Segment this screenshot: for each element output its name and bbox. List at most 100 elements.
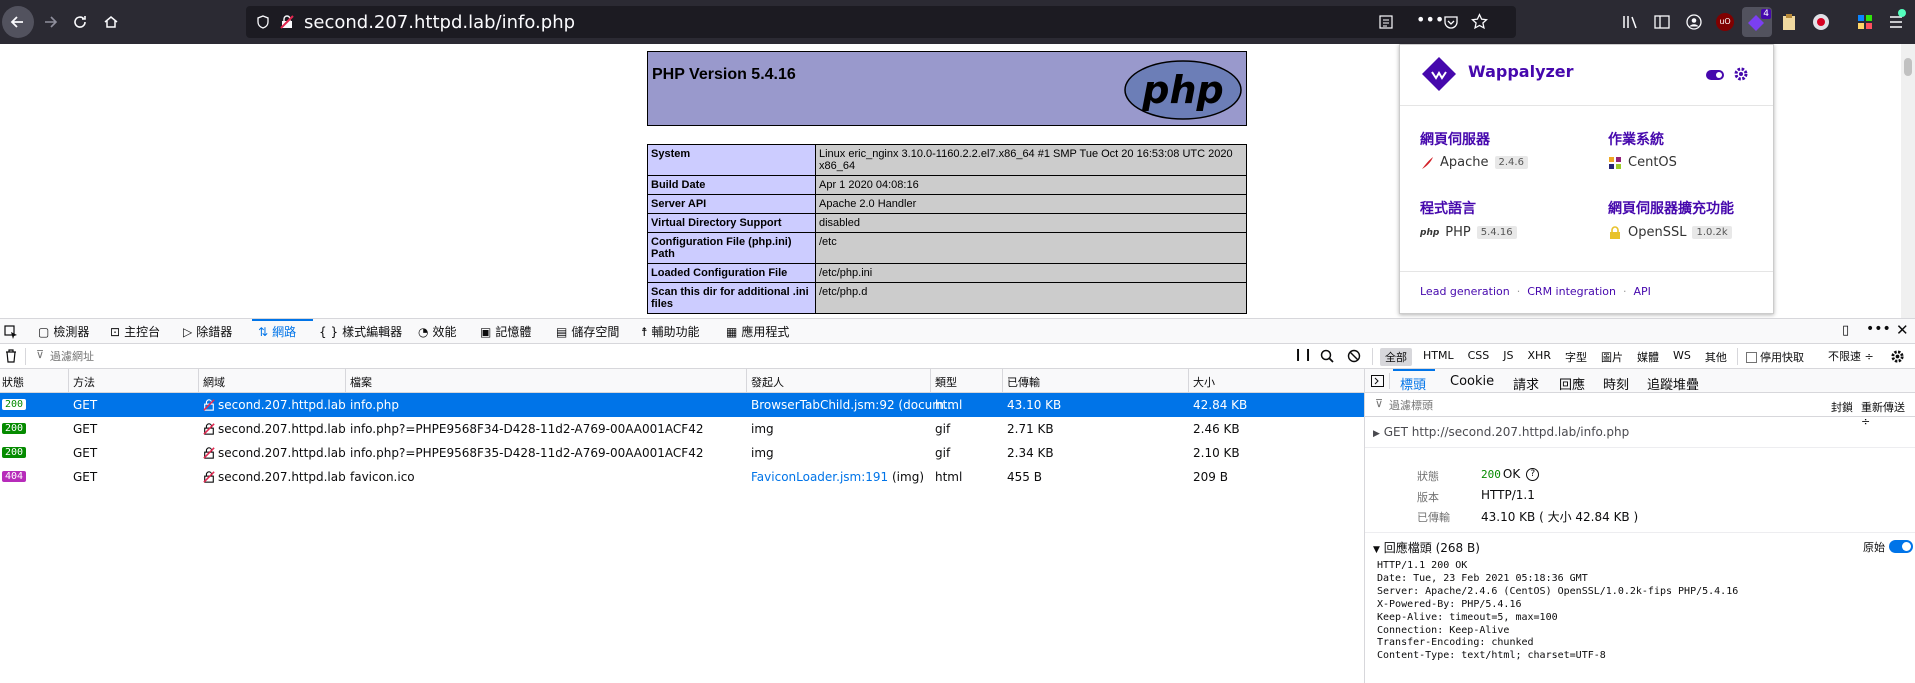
gear-icon[interactable] (1733, 66, 1749, 82)
tab-inspector[interactable]: ▢ 檢測器 (38, 323, 89, 340)
page-actions-icon[interactable]: ••• (1416, 10, 1444, 29)
tab-storage[interactable]: ▤ 儲存空間 (556, 323, 619, 340)
column-divider[interactable] (68, 369, 69, 393)
request-row[interactable]: 200 GET second.207.httpd.lab info.php Browse… (0, 393, 1364, 417)
raw-toggle-switch[interactable] (1889, 540, 1913, 553)
column-status[interactable]: 狀態 (2, 374, 24, 390)
pocket-icon[interactable] (1443, 14, 1459, 30)
disable-cache-checkbox[interactable]: 停用快取 (1746, 349, 1804, 365)
side-tab-timings[interactable]: 時刻 (1603, 374, 1629, 393)
filter-ws[interactable]: WS (1668, 348, 1696, 366)
tab-memory[interactable]: ▣ 記憶體 (480, 323, 531, 340)
column-divider[interactable] (1188, 369, 1189, 393)
request-line[interactable]: ▶ GET http://second.207.httpd.lab/info.p… (1373, 425, 1629, 439)
scrollbar-thumb[interactable] (1904, 58, 1912, 76)
category-web-server[interactable]: 網頁伺服器 (1420, 129, 1490, 149)
filter-images[interactable]: 圖片 (1596, 348, 1628, 366)
tab-network[interactable]: ⇅ 網路 (258, 323, 296, 340)
column-divider[interactable] (198, 369, 199, 393)
column-divider[interactable] (930, 369, 931, 393)
request-row[interactable]: 404 GET second.207.httpd.lab favicon.ico Fav… (0, 465, 1364, 489)
url-filter-input[interactable] (50, 347, 950, 365)
page-scrollbar[interactable] (1901, 44, 1915, 318)
reload-button[interactable] (66, 8, 94, 36)
filter-xhr[interactable]: XHR (1523, 348, 1556, 366)
column-file[interactable]: 檔案 (350, 374, 372, 390)
sidebar-icon[interactable] (1654, 14, 1670, 30)
url-bar[interactable]: second.207.httpd.lab/info.php ••• (246, 6, 1516, 38)
column-size[interactable]: 大小 (1193, 374, 1215, 390)
close-icon[interactable]: ✕ (1896, 321, 1909, 339)
clipboard-extension-icon[interactable] (1781, 13, 1797, 31)
block-icon[interactable] (1347, 349, 1361, 363)
library-icon[interactable] (1622, 14, 1640, 30)
filter-fonts[interactable]: 字型 (1560, 348, 1592, 366)
url-text[interactable]: second.207.httpd.lab/info.php (304, 12, 575, 33)
tab-console[interactable]: ⊡ 主控台 (110, 323, 160, 340)
wappalyzer-toggle[interactable] (1706, 70, 1724, 80)
filter-html[interactable]: HTML (1418, 348, 1459, 366)
request-initiator[interactable]: BrowserTabChild.jsm:92 (docum... (751, 398, 955, 412)
category-web-server-extensions[interactable]: 網頁伺服器擴充功能 (1608, 198, 1734, 218)
trash-icon[interactable] (4, 349, 18, 363)
tab-style-editor[interactable]: { } 樣式編輯器 (319, 323, 402, 340)
filter-css[interactable]: CSS (1463, 348, 1495, 366)
column-divider[interactable] (746, 369, 747, 393)
tab-accessibility[interactable]: ☨ 輔助功能 (641, 323, 700, 340)
side-tab-response[interactable]: 回應 (1559, 374, 1585, 393)
link-api[interactable]: API (1634, 285, 1651, 298)
category-operating-system[interactable]: 作業系統 (1608, 129, 1664, 149)
side-tab-request[interactable]: 請求 (1513, 374, 1539, 393)
tab-application[interactable]: ▦ 應用程式 (726, 323, 789, 340)
filter-all[interactable]: 全部 (1380, 348, 1412, 366)
column-initiator[interactable]: 發起人 (751, 374, 784, 390)
extensions-puzzle-icon[interactable] (1856, 13, 1874, 31)
filter-other[interactable]: 其他 (1700, 348, 1732, 366)
checkbox-box[interactable] (1746, 351, 1757, 363)
tech-apache[interactable]: Apache 2.4.6 (1420, 155, 1528, 170)
star-icon[interactable] (1471, 13, 1488, 30)
column-domain[interactable]: 網域 (203, 374, 225, 390)
block-button[interactable]: 封鎖 (1831, 399, 1853, 415)
tech-openssl[interactable]: OpenSSL 1.0.2k (1608, 225, 1732, 240)
tab-debugger[interactable]: ▷ 除錯器 (183, 323, 232, 340)
wappalyzer-extension-button[interactable]: 4 (1742, 7, 1772, 37)
search-icon[interactable] (1320, 349, 1334, 363)
request-initiator[interactable]: FaviconLoader.jsm:191 (img) (751, 470, 924, 484)
container-extension-icon[interactable] (1812, 13, 1830, 31)
ublock-icon[interactable]: uO (1716, 13, 1734, 31)
request-row[interactable]: 200 GET second.207.httpd.lab info.php?=PHPE… (0, 441, 1364, 465)
side-tab-headers[interactable]: 標頭 (1400, 374, 1426, 393)
tech-centos[interactable]: CentOS (1608, 155, 1677, 170)
column-divider[interactable] (345, 369, 346, 393)
help-icon[interactable]: ? (1526, 467, 1540, 481)
throttling-select[interactable]: 不限速 ÷ (1828, 348, 1874, 364)
side-tab-stack-trace[interactable]: 追蹤堆疊 (1647, 374, 1699, 393)
filter-media[interactable]: 媒體 (1632, 348, 1664, 366)
tab-performance[interactable]: ◔ 效能 (418, 323, 457, 340)
home-button[interactable] (97, 8, 125, 36)
column-divider[interactable] (1002, 369, 1003, 393)
element-picker-icon[interactable] (4, 325, 18, 339)
gear-icon[interactable] (1890, 349, 1905, 364)
devtools-menu-icon[interactable]: ••• (1866, 321, 1891, 337)
insecure-lock-icon[interactable] (280, 15, 294, 29)
headers-filter-input[interactable] (1389, 397, 1689, 413)
tech-php[interactable]: php PHP 5.4.16 (1420, 225, 1517, 240)
response-headers-section-title[interactable]: ▼ 回應檔頭 (268 B) (1373, 539, 1480, 556)
column-method[interactable]: 方法 (73, 374, 95, 390)
category-programming-language[interactable]: 程式語言 (1420, 198, 1476, 218)
side-tab-cookies[interactable]: Cookie (1450, 374, 1494, 389)
reader-view-icon[interactable] (1378, 14, 1394, 30)
responsive-mode-icon[interactable]: ▯ (1842, 323, 1849, 338)
request-initiator[interactable]: img (751, 422, 774, 436)
pause-icon[interactable]: ❙❙ (1293, 347, 1313, 361)
column-type[interactable]: 類型 (935, 374, 957, 390)
back-button[interactable] (2, 6, 34, 38)
link-crm-integration[interactable]: CRM integration (1527, 285, 1616, 298)
request-row[interactable]: 200 GET second.207.httpd.lab info.php?=PHPE… (0, 417, 1364, 441)
toggle-panel-icon[interactable] (1371, 375, 1384, 387)
filter-js[interactable]: JS (1498, 348, 1518, 366)
resend-button[interactable]: 重新傳送 ÷ (1861, 399, 1915, 428)
link-lead-generation[interactable]: Lead generation (1420, 285, 1510, 298)
